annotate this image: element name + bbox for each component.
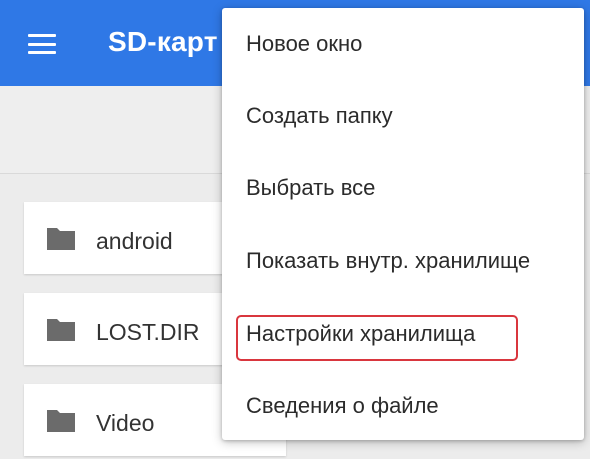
menu-item-storage-settings[interactable]: Настройки хранилища: [222, 298, 584, 370]
folder-icon: [47, 319, 75, 341]
menu-item-select-all[interactable]: Выбрать все: [222, 152, 584, 224]
app-title: SD-карт: [108, 26, 218, 57]
folder-icon: [47, 410, 75, 432]
folder-name: LOST.DIR: [96, 319, 200, 345]
screen: SD-карт android LOST.DIR Video Новое окн…: [0, 0, 590, 459]
folder-name: Video: [96, 410, 155, 436]
menu-item-show-internal-storage[interactable]: Показать внутр. хранилище: [222, 225, 584, 297]
folder-name: android: [96, 228, 173, 254]
menu-item-new-window[interactable]: Новое окно: [222, 8, 584, 80]
menu-item-create-folder[interactable]: Создать папку: [222, 80, 584, 152]
menu-item-file-info[interactable]: Сведения о файле: [222, 370, 584, 442]
overflow-menu: Новое окно Создать папку Выбрать все Пок…: [222, 8, 584, 440]
hamburger-menu-icon[interactable]: [28, 34, 56, 54]
folder-icon: [47, 228, 75, 250]
